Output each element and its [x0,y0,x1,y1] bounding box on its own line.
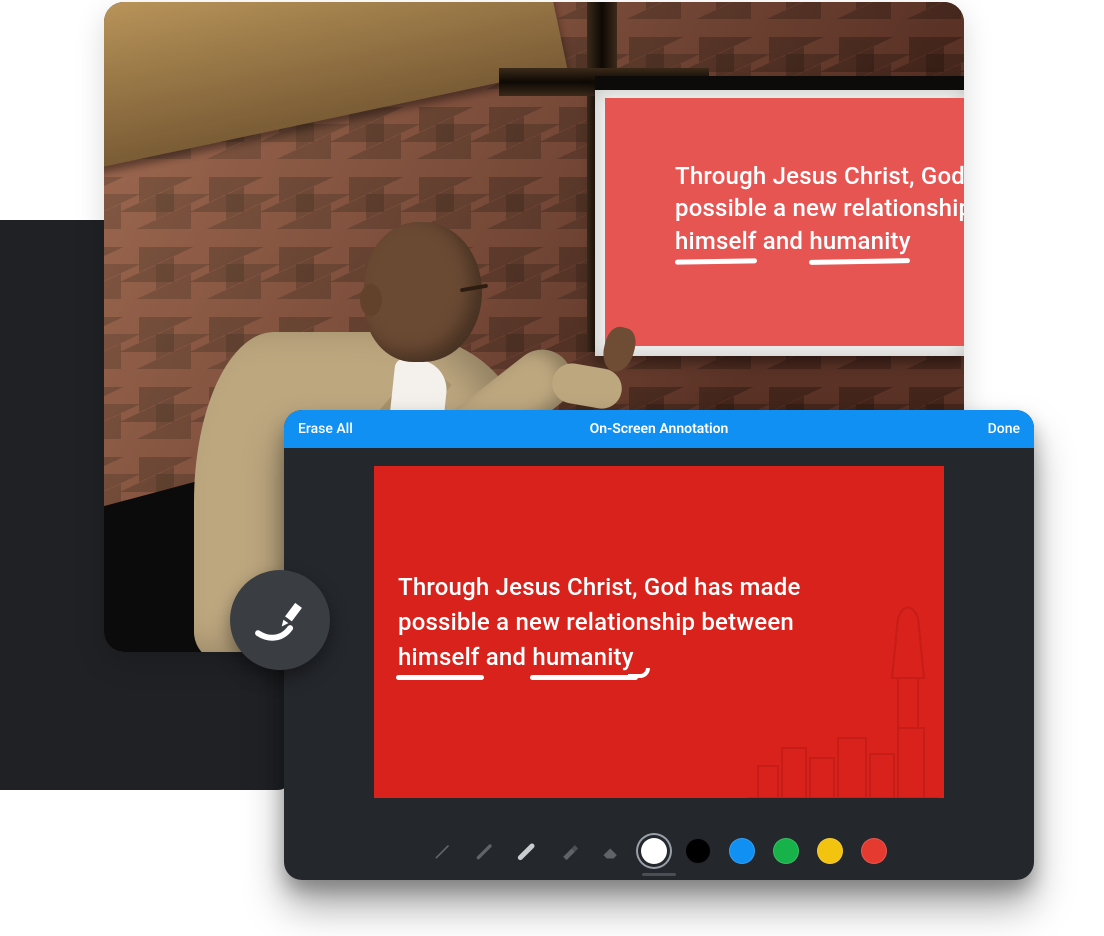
slide-line2: possible a new relationship between [398,608,794,636]
projector-slide-text: Through Jesus Christ, God has possible a… [675,160,964,264]
eraser-icon[interactable] [599,839,623,863]
color-swatch-yellow[interactable] [817,838,843,864]
marker-icon[interactable] [557,839,581,863]
color-swatch-green[interactable] [773,838,799,864]
slide-doodle [748,598,938,798]
pen-thin-icon[interactable] [431,839,455,863]
slide-underline-1: himself [398,640,480,675]
color-swatch-black[interactable] [685,838,711,864]
pen-medium-icon[interactable] [473,839,497,863]
projector-line3-mid: and [757,227,810,255]
titlebar-title: On-Screen Annotation [284,421,1034,437]
color-swatch-white[interactable] [641,838,667,864]
slide-line1: Through Jesus Christ, God has made [398,573,801,601]
annotation-toolbar [284,838,1034,864]
marker-stroke-icon [253,591,307,649]
projector-screen: Through Jesus Christ, God has possible a… [595,76,964,356]
projector-line2: possible a new relationship be [675,194,964,222]
erase-all-button[interactable]: Erase All [298,421,353,437]
projector-underline-2: humanity [809,225,910,264]
slide-canvas[interactable]: Through Jesus Christ, God has made possi… [374,466,944,798]
slide-underline-2: humanity [532,640,633,675]
done-button[interactable]: Done [988,421,1020,437]
projector-line1: Through Jesus Christ, God has [675,162,964,190]
slide-text: Through Jesus Christ, God has made possi… [398,570,801,674]
color-swatch-red[interactable] [861,838,887,864]
annotation-badge [230,570,330,670]
annotation-titlebar: Erase All On-Screen Annotation Done [284,410,1034,448]
projector-underline-1: himself [675,225,757,264]
slide-line3-mid: and [480,643,533,671]
home-indicator [642,873,676,876]
annotation-app-window: Erase All On-Screen Annotation Done Thro… [284,410,1034,880]
pen-bold-icon[interactable] [515,839,539,863]
color-swatch-blue[interactable] [729,838,755,864]
